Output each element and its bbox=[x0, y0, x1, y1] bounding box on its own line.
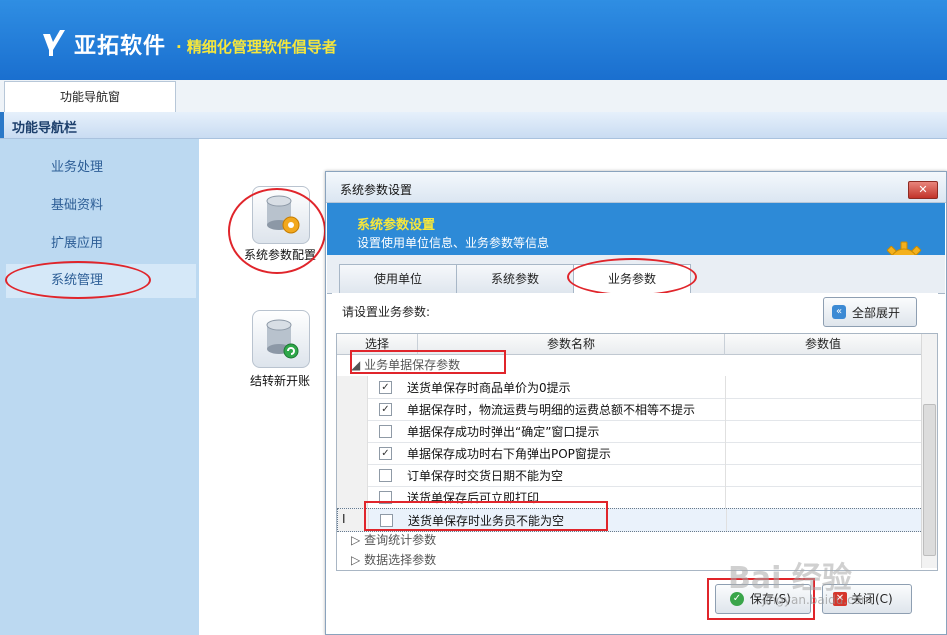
watermark: Bai 经验 bbox=[728, 561, 852, 596]
row-selector bbox=[337, 398, 368, 420]
sidebar: 业务处理 基础资料 扩展应用 系统管理 bbox=[0, 139, 199, 635]
column-header-value[interactable]: 参数值 bbox=[725, 334, 922, 355]
row-checkbox[interactable]: ✓ bbox=[379, 447, 392, 460]
watermark-url: jingyan.baidu.com bbox=[762, 593, 873, 607]
navbar-accent bbox=[0, 112, 4, 138]
param-row[interactable]: ✓ 单据保存时，物流运费与明细的运费总额不相等不提示 bbox=[337, 398, 921, 421]
param-row[interactable]: ✓ 送货单保存时商品单价为0提示 bbox=[337, 376, 921, 399]
row-value-divider bbox=[725, 420, 726, 442]
tab-system-params[interactable]: 系统参数 bbox=[456, 264, 574, 293]
row-checkbox[interactable] bbox=[379, 425, 392, 438]
dialog-banner: 系统参数设置 设置使用单位信息、业务参数等信息 bbox=[327, 203, 945, 285]
brand-slogan: · 精细化管理软件倡导者 bbox=[176, 38, 337, 56]
row-value-divider bbox=[725, 376, 726, 398]
navbar-title: 功能导航栏 bbox=[12, 121, 78, 136]
highlight-rect-group bbox=[350, 350, 506, 374]
banner-subtitle: 设置使用单位信息、业务参数等信息 bbox=[357, 236, 550, 250]
expand-all-button[interactable]: « 全部展开 bbox=[823, 297, 917, 327]
tab-using-unit[interactable]: 使用单位 bbox=[339, 264, 457, 293]
collapsed-triangle-icon: ▷ bbox=[351, 533, 361, 547]
param-row[interactable]: 单据保存成功时弹出“确定”窗口提示 bbox=[337, 420, 921, 443]
row-param-name: 单据保存成功时右下角弹出POP窗提示 bbox=[407, 447, 611, 461]
close-icon[interactable]: ✕ bbox=[908, 181, 938, 199]
param-row[interactable]: ✓ 单据保存成功时右下角弹出POP窗提示 bbox=[337, 442, 921, 465]
row-checkbox[interactable]: ✓ bbox=[379, 381, 392, 394]
highlight-rect-row bbox=[364, 501, 608, 531]
row-checkbox[interactable]: ✓ bbox=[379, 403, 392, 416]
row-value-divider bbox=[726, 509, 727, 531]
dialog-title: 系统参数设置 bbox=[340, 183, 413, 197]
row-selector bbox=[337, 376, 368, 398]
carry-forward-label: 结转新开账 bbox=[250, 374, 311, 388]
app-header: 亚拓软件 · 精细化管理软件倡导者 bbox=[0, 0, 947, 80]
system-parameters-dialog: 系统参数设置 ✕ 系统参数设置 设置使用单位信息、业务参数等信息 使用单位 系统… bbox=[325, 171, 947, 635]
row-checkbox[interactable] bbox=[379, 469, 392, 482]
sidebar-item-basic-data[interactable]: 基础资料 bbox=[6, 189, 196, 223]
database-refresh-icon bbox=[266, 319, 299, 359]
group-label: 查询统计参数 bbox=[364, 533, 437, 547]
row-param-name: 单据保存时，物流运费与明细的运费总额不相等不提示 bbox=[407, 403, 696, 417]
row-param-name: 送货单保存时商品单价为0提示 bbox=[407, 381, 571, 395]
double-chevron-icon: « bbox=[832, 305, 846, 319]
row-selector bbox=[337, 420, 368, 442]
navigation-bar: 功能导航栏 bbox=[0, 112, 947, 139]
row-selector bbox=[337, 442, 368, 464]
row-param-name: 单据保存成功时弹出“确定”窗口提示 bbox=[407, 425, 600, 439]
expand-all-label: 全部展开 bbox=[852, 306, 901, 320]
carry-forward-button[interactable] bbox=[252, 310, 310, 368]
group-data-selection[interactable]: ▷ 数据选择参数 bbox=[351, 550, 436, 570]
highlight-ring-system-management bbox=[5, 261, 151, 299]
row-value-divider bbox=[725, 464, 726, 486]
highlight-ring-business-tab bbox=[567, 258, 697, 296]
highlight-ring-system-config bbox=[228, 188, 326, 274]
sidebar-item-extensions[interactable]: 扩展应用 bbox=[6, 227, 196, 261]
group-label: 数据选择参数 bbox=[364, 553, 437, 567]
panel-prompt: 请设置业务参数: bbox=[342, 305, 431, 319]
tab-function-navigation[interactable]: 功能导航窗 bbox=[4, 81, 176, 112]
banner-title: 系统参数设置 bbox=[357, 218, 436, 233]
collapsed-triangle-icon: ▷ bbox=[351, 553, 361, 567]
sidebar-item-business[interactable]: 业务处理 bbox=[6, 151, 196, 185]
param-row[interactable]: 订单保存时交货日期不能为空 bbox=[337, 464, 921, 487]
row-selector bbox=[337, 464, 368, 486]
group-query-stats[interactable]: ▷ 查询统计参数 bbox=[351, 530, 436, 550]
row-value-divider bbox=[725, 398, 726, 420]
text-cursor-icon: I bbox=[342, 512, 346, 526]
yatuo-logo-icon bbox=[43, 30, 65, 56]
brand-name: 亚拓软件 bbox=[74, 34, 167, 59]
dialog-titlebar: 系统参数设置 ✕ bbox=[326, 172, 946, 203]
scrollbar-thumb[interactable] bbox=[923, 404, 936, 556]
row-value-divider bbox=[725, 486, 726, 508]
row-param-name: 订单保存时交货日期不能为空 bbox=[407, 469, 564, 483]
row-value-divider bbox=[725, 442, 726, 464]
